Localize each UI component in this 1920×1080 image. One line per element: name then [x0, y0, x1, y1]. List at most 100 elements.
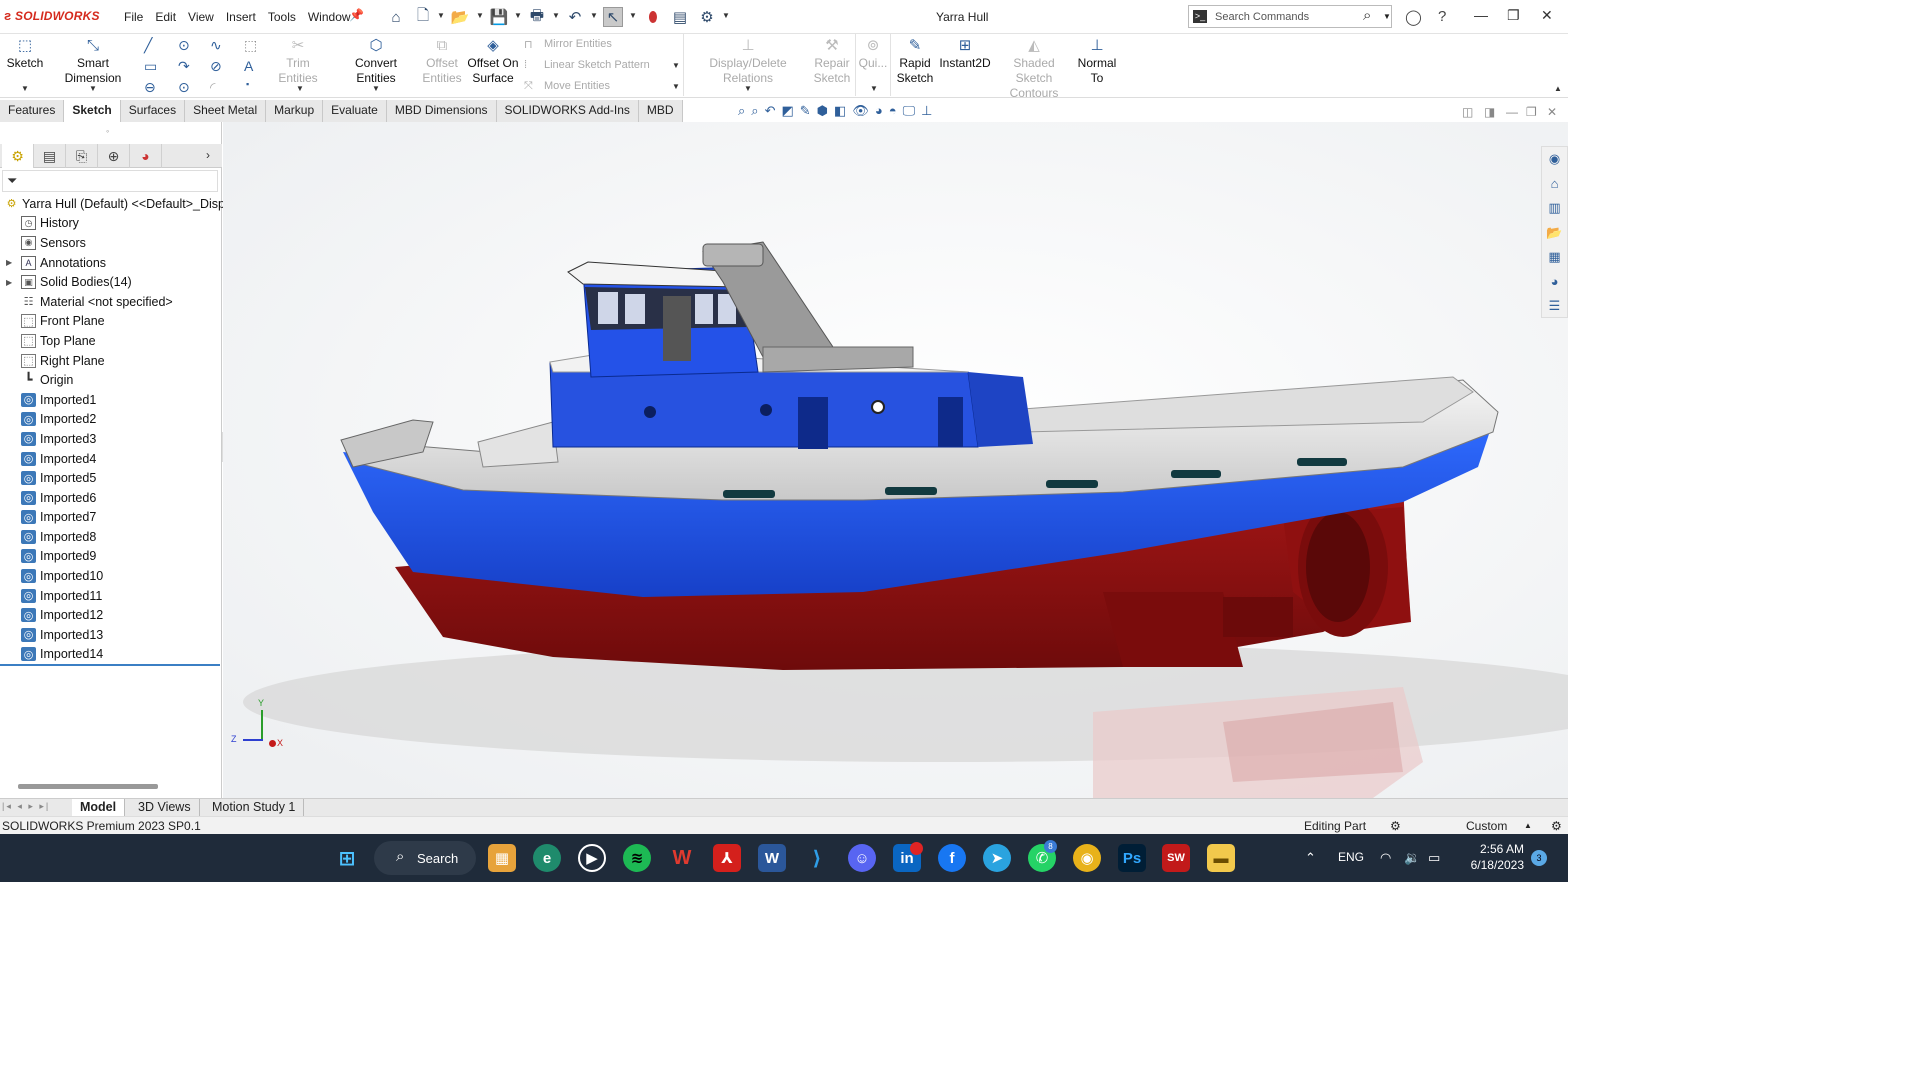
- customize-status-bar-icon[interactable]: ⚙: [1551, 819, 1562, 833]
- zoom-to-area-icon[interactable]: ⌕: [751, 103, 758, 121]
- view-orientation-icon[interactable]: ⬢: [817, 103, 828, 121]
- vscode-icon[interactable]: ⟩: [803, 844, 831, 872]
- offset-entities-button[interactable]: ⧉ Offset Entities: [420, 38, 464, 86]
- tree-item-annotations[interactable]: ▶ A Annotations: [0, 253, 222, 273]
- apply-scene-icon[interactable]: ◓: [889, 103, 897, 121]
- select-dropdown-icon[interactable]: ▼: [629, 11, 637, 20]
- tree-item-history[interactable]: ◷ History: [0, 214, 222, 234]
- rollback-bar[interactable]: [0, 664, 220, 666]
- taskbar-search-button[interactable]: ⌕ Search: [374, 841, 476, 875]
- expand-arrow-icon[interactable]: ▶: [6, 258, 12, 267]
- open-folder-icon[interactable]: 📂: [450, 7, 470, 27]
- tree-item-imported8[interactable]: ◎ Imported8: [0, 527, 222, 547]
- media-player-icon[interactable]: ▶: [578, 844, 606, 872]
- notification-count-badge[interactable]: 3: [1531, 850, 1547, 866]
- configuration-manager-tab-icon[interactable]: ⎘: [66, 144, 98, 168]
- quick-snaps-dropdown-icon[interactable]: ▼: [870, 84, 878, 93]
- close-window-icon[interactable]: ✕: [1541, 7, 1553, 24]
- tab-model[interactable]: Model: [72, 799, 126, 817]
- select-cursor-icon[interactable]: ↖: [603, 7, 623, 27]
- tab-3d-views[interactable]: 3D Views: [130, 799, 200, 817]
- solidworks-logo[interactable]: ƨ SOLIDWORKS: [4, 8, 100, 23]
- home-icon[interactable]: ⌂: [386, 7, 406, 27]
- options-dropdown-icon[interactable]: ▼: [722, 11, 730, 20]
- panel-splitter-handle-icon[interactable]: ◦: [106, 126, 109, 136]
- circle-icon[interactable]: ⊙: [178, 37, 190, 54]
- view-settings-icon[interactable]: 🖵: [903, 103, 916, 121]
- point-icon[interactable]: ⊙: [178, 79, 190, 96]
- menu-edit[interactable]: Edit: [149, 10, 182, 24]
- tab-solidworks-add-ins[interactable]: SOLIDWORKS Add-Ins: [497, 100, 639, 122]
- tree-item-imported14[interactable]: ◎ Imported14: [0, 645, 222, 665]
- telegram-icon[interactable]: ➤: [983, 844, 1011, 872]
- point-grid-icon[interactable]: ⬚: [244, 37, 257, 54]
- tab-motion-study-1[interactable]: Motion Study 1: [204, 799, 305, 817]
- unit-system-select[interactable]: Custom: [1466, 819, 1507, 833]
- dimxpert-manager-tab-icon[interactable]: ⊕: [98, 144, 130, 168]
- menu-file[interactable]: File: [118, 10, 149, 24]
- tree-item-imported7[interactable]: ◎ Imported7: [0, 508, 222, 528]
- rectangle-icon[interactable]: ▭: [144, 58, 157, 75]
- feature-manager-tab-icon[interactable]: ⚙: [2, 144, 34, 168]
- home-tab-icon[interactable]: ⌂: [1542, 172, 1567, 197]
- viewport-restore-icon[interactable]: ❐: [1526, 105, 1537, 119]
- open-dropdown-icon[interactable]: ▼: [476, 11, 484, 20]
- viewport-tile-left-icon[interactable]: ◫: [1462, 105, 1473, 119]
- search-commands-box[interactable]: >_ Search Commands ⌕ ▼: [1188, 5, 1392, 28]
- print-dropdown-icon[interactable]: ▼: [552, 11, 560, 20]
- mirror-entities-button[interactable]: Mirror Entities: [544, 38, 612, 50]
- horizontal-scrollbar[interactable]: [18, 784, 158, 789]
- tree-item-imported10[interactable]: ◎ Imported10: [0, 566, 222, 586]
- trim-dropdown-icon[interactable]: ▼: [296, 84, 304, 93]
- dynamic-annotation-icon[interactable]: ✎: [800, 103, 811, 121]
- tree-item-front-plane[interactable]: ⬚ Front Plane: [0, 312, 222, 332]
- spline-icon[interactable]: ∿: [210, 37, 222, 54]
- move-dropdown-icon[interactable]: ▼: [672, 82, 680, 91]
- appearances-icon[interactable]: ◕: [1542, 270, 1567, 295]
- tree-root-part[interactable]: ⚙ Yarra Hull (Default) <<Default>_Disp: [0, 194, 225, 214]
- tree-filter-input[interactable]: ⏷: [2, 170, 218, 192]
- tree-item-imported11[interactable]: ◎ Imported11: [0, 586, 222, 606]
- pin-icon[interactable]: 📌: [349, 8, 364, 22]
- offset-on-surface-button[interactable]: ◈ Offset On Surface: [466, 38, 520, 86]
- facebook-icon[interactable]: f: [938, 844, 966, 872]
- tab-mbd-dimensions[interactable]: MBD Dimensions: [387, 100, 497, 122]
- file-explorer-taskbar-icon[interactable]: ▬: [1207, 844, 1235, 872]
- shaded-sketch-contours-button[interactable]: ◭ Shaded Sketch Contours: [994, 38, 1074, 101]
- tab-markup[interactable]: Markup: [266, 100, 324, 122]
- normal-to-view-icon[interactable]: ⊥: [921, 103, 932, 121]
- tree-item-imported6[interactable]: ◎ Imported6: [0, 488, 222, 508]
- start-windows-icon[interactable]: ⊞: [333, 844, 361, 872]
- battery-icon[interactable]: ▭: [1428, 850, 1440, 866]
- search-icon[interactable]: ⌕: [1363, 7, 1371, 24]
- tab-evaluate[interactable]: Evaluate: [323, 100, 387, 122]
- tab-sheet-metal[interactable]: Sheet Metal: [185, 100, 267, 122]
- tree-item-imported2[interactable]: ◎ Imported2: [0, 410, 222, 430]
- text-icon[interactable]: A: [244, 58, 253, 74]
- viewport-close-icon[interactable]: ✕: [1547, 105, 1557, 119]
- rebuild-traffic-light-icon[interactable]: ⬮: [643, 7, 663, 27]
- linear-sketch-pattern-button[interactable]: Linear Sketch Pattern: [544, 59, 650, 71]
- units-dropdown-icon[interactable]: ▲: [1524, 821, 1532, 830]
- tree-item-imported1[interactable]: ◎ Imported1: [0, 390, 222, 410]
- restore-window-icon[interactable]: ❐: [1507, 7, 1520, 24]
- tree-item-material[interactable]: ☷ Material <not specified>: [0, 292, 222, 312]
- custom-properties-icon[interactable]: ☰: [1542, 294, 1567, 319]
- spotify-icon[interactable]: ≋: [623, 844, 651, 872]
- sketch-button[interactable]: ⬚ Sketch: [6, 38, 44, 71]
- solidworks-resources-icon[interactable]: ◉: [1542, 147, 1567, 172]
- wifi-icon[interactable]: ◠: [1380, 850, 1391, 866]
- section-view-icon[interactable]: ◩: [781, 103, 793, 121]
- plane-small-icon[interactable]: ▪: [246, 79, 249, 89]
- tree-item-imported3[interactable]: ◎ Imported3: [0, 429, 222, 449]
- tree-item-origin[interactable]: ┗ Origin: [0, 370, 222, 390]
- microsoft-store-icon[interactable]: ▦: [488, 844, 516, 872]
- collapse-ribbon-icon[interactable]: ▲: [1554, 84, 1562, 93]
- slot-icon[interactable]: ⊖: [144, 79, 156, 96]
- adobe-acrobat-icon[interactable]: ⅄: [713, 844, 741, 872]
- tree-item-top-plane[interactable]: ⬚ Top Plane: [0, 331, 222, 351]
- zoom-to-fit-icon[interactable]: ⌕: [738, 103, 745, 121]
- design-library-icon[interactable]: ▥: [1542, 196, 1567, 221]
- edit-appearance-icon[interactable]: ◕: [875, 103, 883, 121]
- instant2d-button[interactable]: ⊞ Instant2D: [938, 38, 992, 71]
